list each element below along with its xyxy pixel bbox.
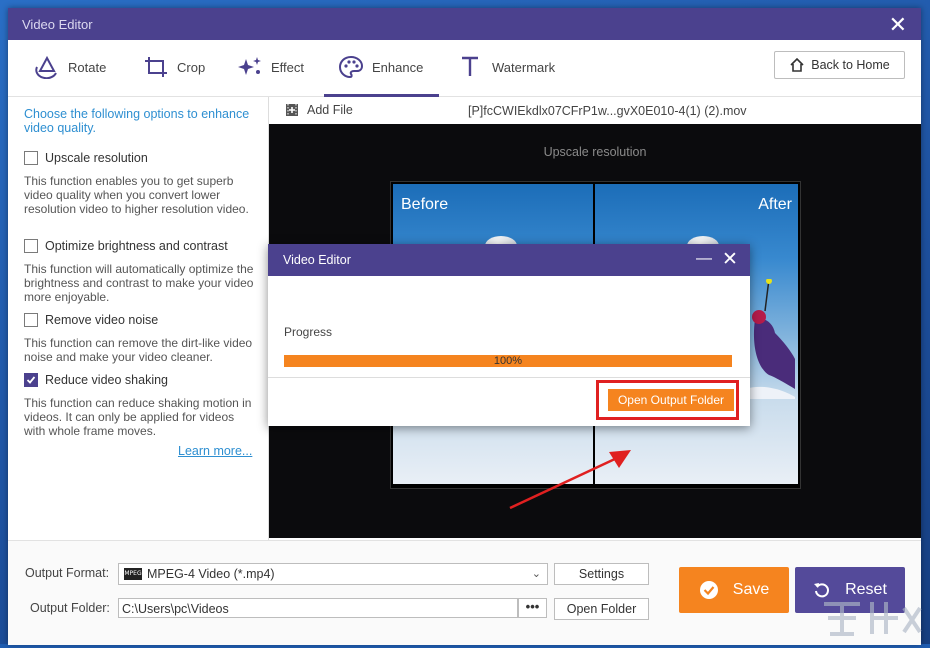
enhance-options-panel: Choose the following options to enhance … (8, 97, 269, 540)
progress-label: Progress (284, 325, 333, 339)
tab-effect-label: Effect (271, 59, 305, 75)
current-file-name: [P]fcCWIEkdlx07CFrP1w...gvX0E010-4(1) (2… (468, 104, 747, 118)
palette-icon (338, 55, 364, 79)
option-remove-noise[interactable]: Remove video noise (24, 313, 158, 327)
tab-watermark-label: Watermark (492, 59, 556, 75)
back-to-home-label: Back to Home (811, 58, 890, 72)
before-label: Before (401, 196, 449, 213)
tab-effect[interactable]: Effect (237, 52, 304, 82)
dialog-title: Video Editor (283, 253, 351, 267)
crop-icon (145, 57, 167, 77)
output-bar: Output Format: MPEG MPEG-4 Video (*.mp4)… (8, 540, 921, 645)
tab-rotate[interactable]: Rotate (34, 52, 106, 82)
save-label: Save (732, 581, 770, 598)
open-folder-button[interactable]: Open Folder (554, 598, 649, 620)
tab-watermark[interactable]: Watermark (458, 52, 555, 82)
upscale-checkbox[interactable] (24, 151, 38, 165)
option-reduce-shaking[interactable]: Reduce video shaking (24, 373, 168, 387)
output-format-label: Output Format: (25, 566, 110, 580)
shaking-checkbox[interactable] (24, 373, 38, 387)
annotation-arrow (509, 450, 631, 510)
brightness-label: Optimize brightness and contrast (45, 239, 228, 253)
window-title: Video Editor (22, 17, 93, 32)
highlight-box (596, 380, 739, 420)
progress-bar: 100% (284, 355, 732, 367)
enhance-intro: Choose the following options to enhance … (24, 107, 250, 135)
noise-checkbox[interactable] (24, 313, 38, 327)
check-circle-icon (699, 581, 718, 599)
noise-description: This function can remove the dirt-like v… (24, 336, 253, 364)
browse-folder-button[interactable]: ••• (518, 598, 547, 618)
mpeg-badge-icon: MPEG (124, 568, 142, 580)
chevron-down-icon: ⌄ (531, 568, 541, 580)
back-to-home-button[interactable]: Back to Home (774, 51, 905, 79)
add-file-button[interactable]: Add File (285, 103, 353, 117)
toolbar: Rotate Crop Effect Enhance Watermark Bac… (8, 40, 921, 97)
effect-icon (238, 57, 261, 75)
progress-percent: 100% (493, 355, 523, 367)
preview-caption: Upscale resolution (543, 145, 647, 159)
upscale-description: This function enables you to get superb … (24, 174, 249, 216)
tab-rotate-label: Rotate (68, 59, 107, 75)
dialog-title-bar: Video Editor — ✕ (268, 244, 750, 276)
output-folder-label: Output Folder: (30, 601, 110, 615)
site-watermark-logo (820, 594, 928, 642)
file-bar: Add File [P]fcCWIEkdlx07CFrP1w...gvX0E01… (269, 97, 921, 124)
add-file-label: Add File (307, 103, 353, 117)
check-icon (26, 376, 36, 384)
after-label: After (758, 196, 792, 213)
tab-enhance[interactable]: Enhance (323, 52, 440, 97)
dialog-divider (268, 377, 750, 378)
output-format-value: MPEG-4 Video (*.mp4) (147, 567, 275, 581)
brightness-description: This function will automatically optimiz… (24, 262, 254, 304)
output-folder-field[interactable]: C:\Users\pc\Videos (118, 598, 518, 618)
shaking-label: Reduce video shaking (45, 373, 168, 387)
tab-crop-label: Crop (177, 59, 206, 75)
minimize-icon[interactable]: — (696, 250, 712, 268)
dialog-close-icon[interactable]: ✕ (722, 248, 738, 271)
brightness-checkbox[interactable] (24, 239, 38, 253)
text-icon (462, 56, 478, 76)
title-bar: Video Editor ✕ (8, 8, 921, 40)
noise-label: Remove video noise (45, 313, 159, 327)
shaking-description: This function can reduce shaking motion … (24, 396, 252, 438)
learn-more-link[interactable]: Learn more... (178, 444, 252, 458)
rotate-icon (35, 55, 57, 79)
option-optimize-brightness[interactable]: Optimize brightness and contrast (24, 239, 228, 253)
tab-crop[interactable]: Crop (143, 52, 205, 82)
close-icon[interactable]: ✕ (889, 12, 907, 38)
tab-enhance-label: Enhance (372, 59, 424, 75)
option-upscale-resolution[interactable]: Upscale resolution (24, 151, 148, 165)
upscale-label: Upscale resolution (45, 151, 148, 165)
settings-button[interactable]: Settings (554, 563, 649, 585)
save-button[interactable]: Save (679, 567, 789, 613)
watermark-logo-icon (824, 602, 922, 636)
add-file-icon (286, 104, 298, 116)
home-icon (790, 58, 804, 72)
output-format-select[interactable]: MPEG MPEG-4 Video (*.mp4) ⌄ (118, 563, 548, 585)
